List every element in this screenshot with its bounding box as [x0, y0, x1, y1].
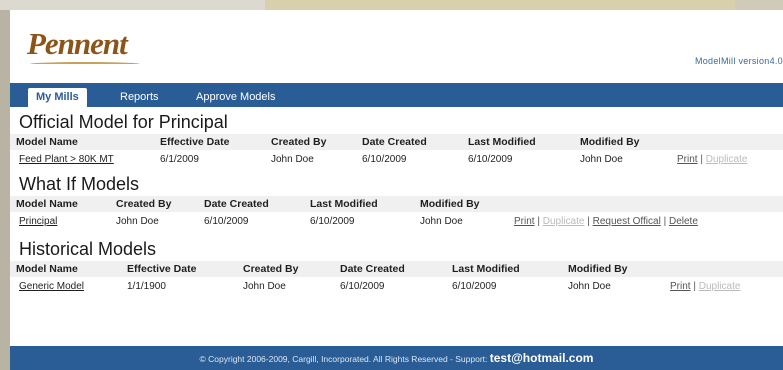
historical-models-table: Model Name Effective Date Created By Dat… [10, 261, 783, 295]
official-model-table: Model Name Effective Date Created By Dat… [10, 134, 783, 168]
row-actions: Print | Duplicate | Request Offical | De… [514, 216, 698, 227]
row-actions: Print | Duplicate [677, 154, 747, 165]
what-if-models-title: What If Models [19, 174, 140, 194]
tab-approve-models[interactable]: Approve Models [188, 88, 284, 107]
col-effective-date: Effective Date [127, 263, 197, 275]
tab-reports[interactable]: Reports [112, 88, 167, 107]
official-model-title: Official Model for Principal [19, 112, 228, 132]
col-created-by: Created By [116, 198, 172, 210]
nav-bar: My Mills Reports Approve Models [10, 83, 783, 107]
date-created-value: 6/10/2009 [204, 216, 249, 227]
print-link[interactable]: Print [514, 216, 535, 227]
table-row: Principal John Doe 6/10/2009 6/10/2009 J… [10, 212, 783, 230]
last-modified-value: 6/10/2009 [452, 281, 497, 292]
col-last-modified: Last Modified [468, 136, 536, 148]
col-modified-by: Modified By [568, 263, 628, 275]
support-email[interactable]: test@hotmail.com [490, 351, 594, 365]
effective-date-value: 6/1/2009 [160, 154, 199, 165]
action-separator: | [537, 216, 540, 227]
action-separator: | [693, 281, 696, 292]
brand-logo: Pennent [27, 26, 128, 61]
modified-by-value: John Doe [580, 154, 623, 165]
duplicate-link: Duplicate [698, 281, 741, 292]
col-model-name: Model Name [16, 136, 78, 148]
effective-date-value: 1/1/1900 [127, 281, 166, 292]
col-created-by: Created By [243, 263, 299, 275]
table-header: Model Name Effective Date Created By Dat… [10, 261, 783, 277]
model-name-link[interactable]: Generic Model [19, 281, 84, 292]
duplicate-link: Duplicate [542, 216, 585, 227]
col-modified-by: Modified By [420, 198, 480, 210]
version-label: ModelMill version4.0 [694, 56, 783, 66]
row-actions: Print | Duplicate [670, 281, 740, 292]
date-created-value: 6/10/2009 [362, 154, 407, 165]
app-panel: Pennent ModelMill version4.0 My Mills Re… [10, 10, 783, 370]
background-top-left [0, 0, 265, 10]
table-row: Feed Plant > 80K MT 6/1/2009 John Doe 6/… [10, 150, 783, 168]
modified-by-value: John Doe [420, 216, 463, 227]
print-link[interactable]: Print [670, 281, 691, 292]
background-strip [265, 0, 735, 10]
col-date-created: Date Created [362, 136, 427, 148]
print-link[interactable]: Print [677, 154, 698, 165]
created-by-value: John Doe [271, 154, 314, 165]
tab-my-mills[interactable]: My Mills [28, 88, 87, 107]
col-date-created: Date Created [204, 198, 269, 210]
last-modified-value: 6/10/2009 [310, 216, 355, 227]
col-effective-date: Effective Date [160, 136, 230, 148]
col-created-by: Created By [271, 136, 327, 148]
header: Pennent ModelMill version4.0 [10, 10, 783, 83]
request-official-link[interactable]: Request Offical [593, 216, 661, 227]
col-date-created: Date Created [340, 263, 405, 275]
model-name-link[interactable]: Feed Plant > 80K MT [19, 154, 114, 165]
modified-by-value: John Doe [568, 281, 611, 292]
date-created-value: 6/10/2009 [340, 281, 385, 292]
background-top-right [735, 0, 783, 10]
col-modified-by: Modified By [580, 136, 640, 148]
action-separator: | [663, 216, 667, 227]
col-last-modified: Last Modified [452, 263, 520, 275]
created-by-value: John Doe [243, 281, 286, 292]
last-modified-value: 6/10/2009 [468, 154, 513, 165]
created-by-value: John Doe [116, 216, 159, 227]
col-model-name: Model Name [16, 263, 78, 275]
copyright-text: © Copyright 2006-2009, Cargill, Incorpor… [199, 354, 488, 364]
col-last-modified: Last Modified [310, 198, 378, 210]
table-row: Generic Model 1/1/1900 John Doe 6/10/200… [10, 277, 783, 295]
logo-swoosh [30, 62, 140, 66]
footer: © Copyright 2006-2009, Cargill, Incorpor… [10, 346, 783, 370]
what-if-models-table: Model Name Created By Date Created Last … [10, 196, 783, 230]
duplicate-link: Duplicate [705, 154, 748, 165]
model-name-link[interactable]: Principal [19, 216, 57, 227]
col-model-name: Model Name [16, 198, 78, 210]
historical-models-title: Historical Models [19, 239, 157, 259]
action-separator: | [587, 216, 590, 227]
table-header: Model Name Created By Date Created Last … [10, 196, 783, 212]
table-header: Model Name Effective Date Created By Dat… [10, 134, 783, 150]
delete-link[interactable]: Delete [669, 216, 698, 227]
action-separator: | [700, 154, 703, 165]
